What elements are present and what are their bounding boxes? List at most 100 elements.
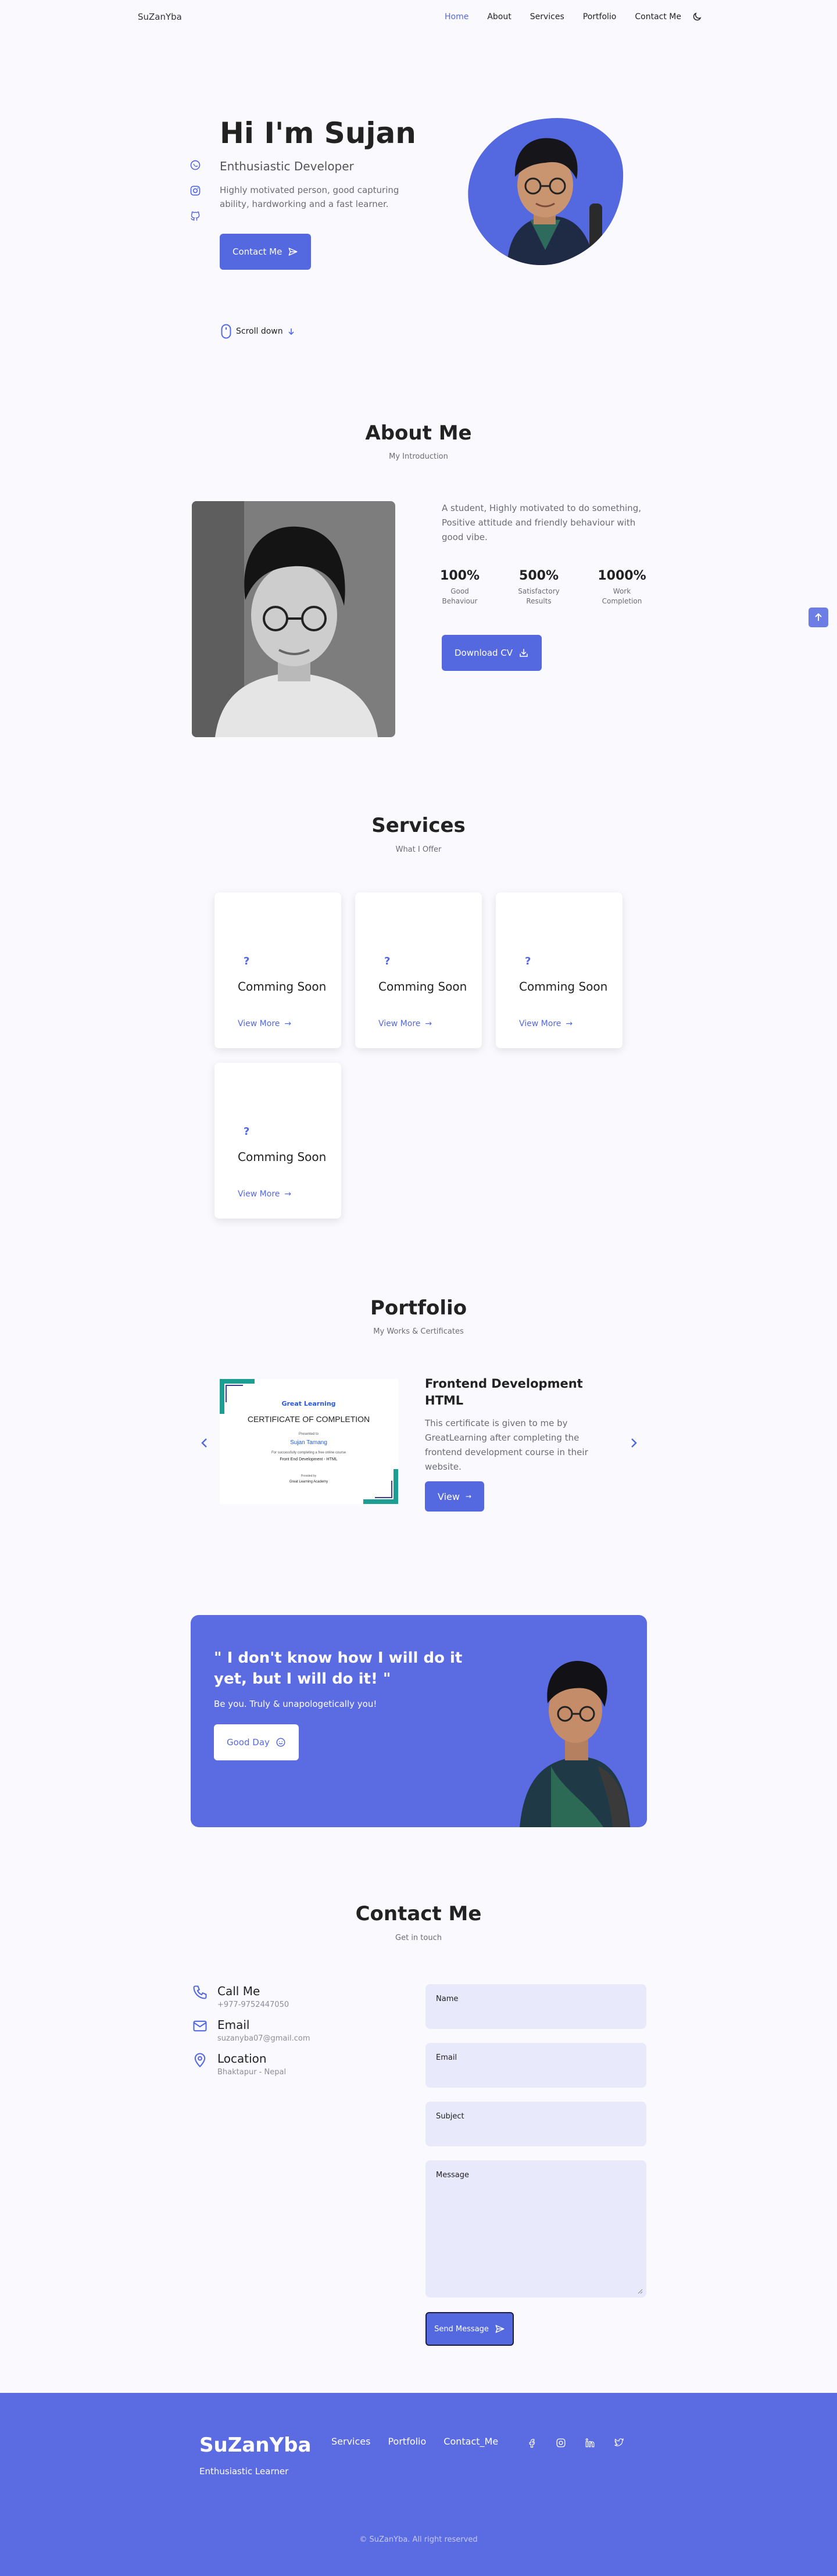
nav-contact[interactable]: Contact Me bbox=[635, 12, 681, 22]
about-title: About Me bbox=[365, 421, 472, 445]
service-title: Comming Soon bbox=[238, 980, 327, 994]
message-label: Message bbox=[436, 2171, 469, 2180]
certificate-course: Front End Development - HTML bbox=[280, 1457, 337, 1462]
contact-title: Contact Me bbox=[355, 1902, 482, 1925]
send-icon bbox=[495, 2325, 505, 2333]
contact-location: Location Bhaktapur - Nepal bbox=[192, 2052, 286, 2077]
name-label: Name bbox=[436, 1995, 459, 2003]
whatsapp-icon[interactable] bbox=[189, 159, 202, 172]
footer-logo: SuZanYba bbox=[199, 2434, 312, 2457]
banner-person-image bbox=[520, 1661, 630, 1827]
stat-completion: 1000% Work Completion bbox=[596, 569, 648, 606]
contact-location-title: Location bbox=[217, 2052, 267, 2066]
services-title: Services bbox=[371, 814, 466, 837]
download-cv-button[interactable]: Download CV bbox=[442, 635, 542, 671]
banner-quote: " I don't know how I will do it yet, but… bbox=[214, 1649, 463, 1688]
facebook-icon[interactable] bbox=[526, 2437, 538, 2449]
view-more-link[interactable]: View More → bbox=[519, 1019, 573, 1028]
subject-field[interactable]: Subject bbox=[425, 2102, 646, 2146]
hero-title: Hi I'm Sujan bbox=[220, 116, 416, 150]
service-title: Comming Soon bbox=[238, 1150, 327, 1164]
service-card: ? Comming Soon View More → bbox=[355, 892, 482, 1048]
service-card: ? Comming Soon View More → bbox=[214, 892, 341, 1048]
stat-behaviour: 100% Good Behaviour bbox=[434, 569, 486, 606]
send-icon bbox=[288, 248, 298, 256]
about-description: A student, Highly motivated to do someth… bbox=[442, 503, 641, 542]
contact-call-title: Call Me bbox=[217, 1984, 260, 1998]
email-label: Email bbox=[436, 2053, 457, 2062]
stat-label: Good Behaviour bbox=[442, 587, 478, 605]
arrow-down-icon bbox=[288, 328, 294, 335]
stat-value: 100% bbox=[440, 569, 480, 583]
send-message-button[interactable]: Send Message bbox=[425, 2312, 514, 2346]
view-more-label: View More bbox=[378, 1019, 421, 1028]
contact-location-value: Bhaktapur - Nepal bbox=[217, 2068, 287, 2077]
contact-subtitle: Get in touch bbox=[395, 1934, 442, 1942]
certificate-image: Great Learning CERTIFICATE OF COMPLETION… bbox=[220, 1379, 398, 1504]
footer-link-contact[interactable]: Contact_Me bbox=[443, 2436, 498, 2447]
hero-subtitle: Enthusiastic Developer bbox=[220, 159, 354, 173]
nav-home[interactable]: Home bbox=[445, 12, 468, 22]
contact-email: Email suzanyba07@gmail.com bbox=[192, 2018, 310, 2043]
hero-profile-image bbox=[468, 118, 624, 265]
certificate-provided: Provided by bbox=[301, 1474, 317, 1478]
view-more-link[interactable]: View More → bbox=[238, 1019, 291, 1028]
stat-label: Work Completion bbox=[602, 587, 642, 605]
view-more-link[interactable]: View More → bbox=[378, 1019, 432, 1028]
instagram-icon[interactable] bbox=[189, 185, 202, 198]
service-card: ? Comming Soon View More → bbox=[496, 892, 623, 1048]
mail-icon bbox=[193, 2020, 207, 2032]
twitter-icon[interactable] bbox=[613, 2437, 625, 2449]
linkedin-icon[interactable] bbox=[584, 2437, 596, 2449]
main-nav: Home About Services Portfolio Contact Me bbox=[426, 12, 702, 22]
chevron-right-icon[interactable] bbox=[627, 1436, 641, 1450]
footer: SuZanYba Enthusiastic Learner Services P… bbox=[0, 2393, 837, 2576]
good-day-button[interactable]: Good Day bbox=[214, 1724, 299, 1760]
view-more-label: View More bbox=[519, 1019, 561, 1028]
page: SuZanYba Home About Services Portfolio C… bbox=[0, 0, 837, 2576]
name-field[interactable]: Name bbox=[425, 1984, 646, 2029]
nav-services[interactable]: Services bbox=[530, 12, 564, 22]
view-button[interactable]: View → bbox=[425, 1481, 485, 1512]
certificate-brand: Great Learning bbox=[281, 1400, 335, 1407]
arrow-right-icon: → bbox=[284, 1019, 292, 1028]
footer-links: Services Portfolio Contact_Me bbox=[331, 2436, 498, 2447]
view-more-label: View More bbox=[238, 1189, 280, 1199]
hero-description: Highly motivated person, good capturing … bbox=[220, 185, 399, 209]
nav-about[interactable]: About bbox=[487, 12, 511, 22]
view-more-label: View More bbox=[238, 1019, 280, 1028]
contact-call: Call Me +977-9752447050 bbox=[192, 1984, 289, 2009]
portfolio-item-description: This certificate is given to me by Great… bbox=[425, 1418, 588, 1472]
question-icon: ? bbox=[244, 1126, 250, 1138]
contact-me-label: Contact Me bbox=[233, 246, 282, 257]
scroll-down-link[interactable]: Scroll down bbox=[221, 324, 295, 339]
github-icon[interactable] bbox=[189, 210, 202, 223]
location-icon bbox=[194, 2053, 206, 2068]
nav-portfolio[interactable]: Portfolio bbox=[583, 12, 617, 22]
contact-me-button[interactable]: Contact Me bbox=[220, 234, 312, 270]
scroll-top-button[interactable] bbox=[809, 608, 828, 627]
instagram-icon[interactable] bbox=[555, 2437, 567, 2449]
resize-handle-icon[interactable] bbox=[637, 2288, 643, 2294]
message-field[interactable]: Message bbox=[425, 2160, 646, 2298]
portfolio-title: Portfolio bbox=[370, 1296, 467, 1320]
arrow-right-icon: → bbox=[465, 1492, 472, 1500]
service-title: Comming Soon bbox=[519, 980, 608, 994]
view-more-link[interactable]: View More → bbox=[238, 1189, 291, 1199]
mouse-icon bbox=[221, 324, 231, 339]
footer-link-portfolio[interactable]: Portfolio bbox=[388, 2436, 426, 2447]
portfolio-item-title: Frontend Development HTML bbox=[425, 1377, 583, 1407]
contact-email-title: Email bbox=[217, 2018, 250, 2032]
site-logo[interactable]: SuZanYba bbox=[138, 12, 182, 22]
footer-link-services[interactable]: Services bbox=[331, 2436, 370, 2447]
scroll-down-label: Scroll down bbox=[236, 327, 283, 336]
moon-icon[interactable] bbox=[692, 12, 702, 22]
chevron-left-icon[interactable] bbox=[198, 1436, 212, 1450]
arrow-up-icon bbox=[815, 613, 822, 621]
download-cv-label: Download CV bbox=[455, 648, 513, 658]
stat-value: 1000% bbox=[598, 569, 646, 583]
phone-icon bbox=[193, 1985, 207, 1999]
email-field[interactable]: Email bbox=[425, 2043, 646, 2088]
arrow-right-icon: → bbox=[284, 1189, 292, 1199]
services-subtitle: What I Offer bbox=[395, 845, 442, 854]
